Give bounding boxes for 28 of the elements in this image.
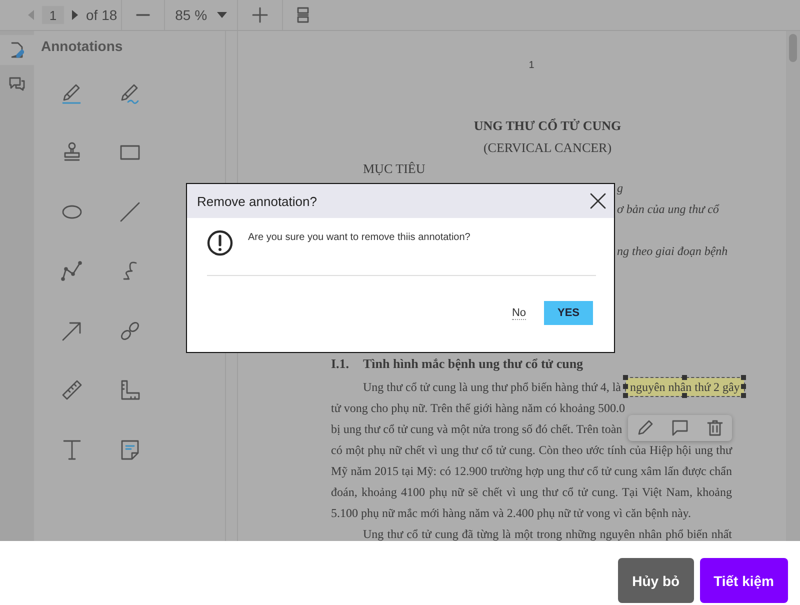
dialog-message: Are you sure you want to remove thiis annotation? <box>248 232 470 243</box>
section-label: MỤC TIÊU <box>362 161 426 178</box>
page-number: 1 <box>528 59 536 73</box>
text-line: g <box>617 181 623 197</box>
document-title: UNG THƯ CỔ TỬ CUNG <box>472 118 622 135</box>
text-line: ng theo giai đoạn bệnh <box>617 244 728 260</box>
text-line: có một phụ nữ chết vì ung thư cổ tử cung. Còn theo ước tính của Hiệp hội ung thư <box>331 442 732 459</box>
text-line: 5.100 phụ nữ mắc mới hàng năm và 2.400 phụ nữ tử vong vì căn bệnh này. <box>331 505 692 522</box>
save-button[interactable]: Tiết kiệm <box>700 558 788 603</box>
document-subtitle: (CERVICAL CANCER) <box>482 140 613 157</box>
heading-number: I.1. <box>331 356 350 373</box>
yes-button[interactable]: YES <box>544 301 593 325</box>
text-line: Ung thư cổ tử cung là ung thư phổ biến hàng thứ 4, là <box>363 380 622 394</box>
no-button[interactable]: No <box>512 306 526 320</box>
text-line: ơ bản của ung thư cổ <box>617 202 719 218</box>
text-line: đoán, khoảng 4100 phụ nữ sẽ chết vì ung thư cổ tử cung. Tại Việt Nam, khoảng <box>331 484 732 501</box>
text-line: Mỹ năm 2015 tại Mỹ: có 12.900 trường hợp ung thư cổ tử cung xâm lấn được chẩn <box>331 463 732 480</box>
text-line: tử vong cho phụ nữ. Trên thế giới hàng năm có khoảng 500.0 <box>331 400 625 417</box>
page-field[interactable]: 1 <box>42 6 64 24</box>
page-count: of 18 <box>86 7 118 23</box>
section-heading: Tình hình mắc bệnh ung thư cổ tử cung <box>363 356 584 373</box>
text-line: bị ung thư cổ tử cung và một nửa trong số đó chết. Trên toàn <box>331 421 622 438</box>
dialog-title: Remove annotation? <box>197 194 317 208</box>
zoom-dropdown[interactable]: 85 % <box>165 7 238 23</box>
panel-title: Annotations <box>40 37 124 56</box>
highlighted-text[interactable]: nguyên nhân thứ 2 gây <box>626 378 744 396</box>
text-line: Ung thư cổ tử cung đã từng là một trong những nguyên nhân phổ biến nhất <box>362 526 732 541</box>
cancel-button[interactable]: Hủy bỏ <box>618 558 694 603</box>
